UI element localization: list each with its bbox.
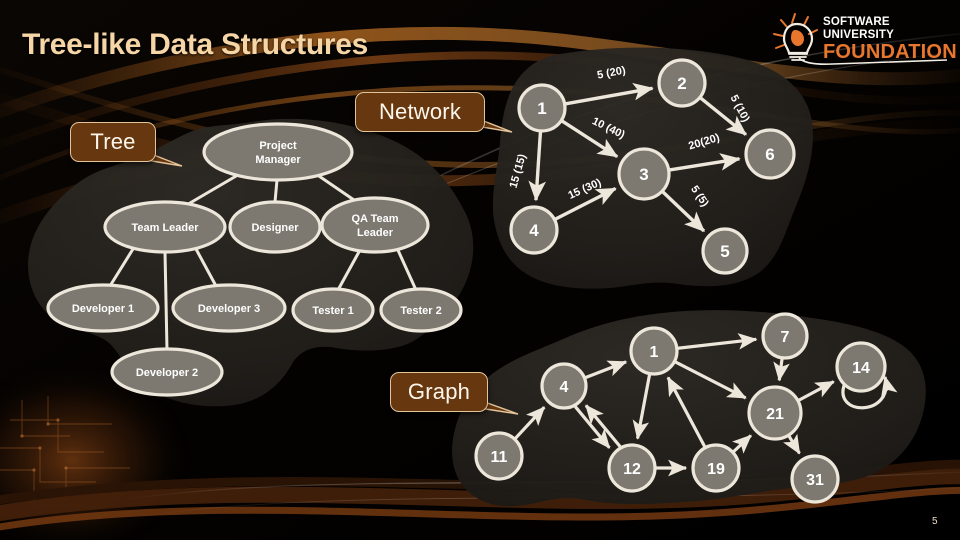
callout-network[interactable]: Network — [355, 92, 485, 132]
page-number: 5 — [932, 516, 938, 527]
callout-tails — [145, 116, 519, 415]
callout-tree-label: Tree — [90, 129, 136, 154]
callout-graph-label: Graph — [407, 379, 471, 404]
slide-canvas: Project Manager Team Leader Designer QA Team… — [0, 0, 960, 540]
callout-network-label: Network — [378, 99, 462, 124]
callout-graph[interactable]: Graph — [390, 372, 488, 412]
callout-tree[interactable]: Tree — [70, 122, 156, 162]
